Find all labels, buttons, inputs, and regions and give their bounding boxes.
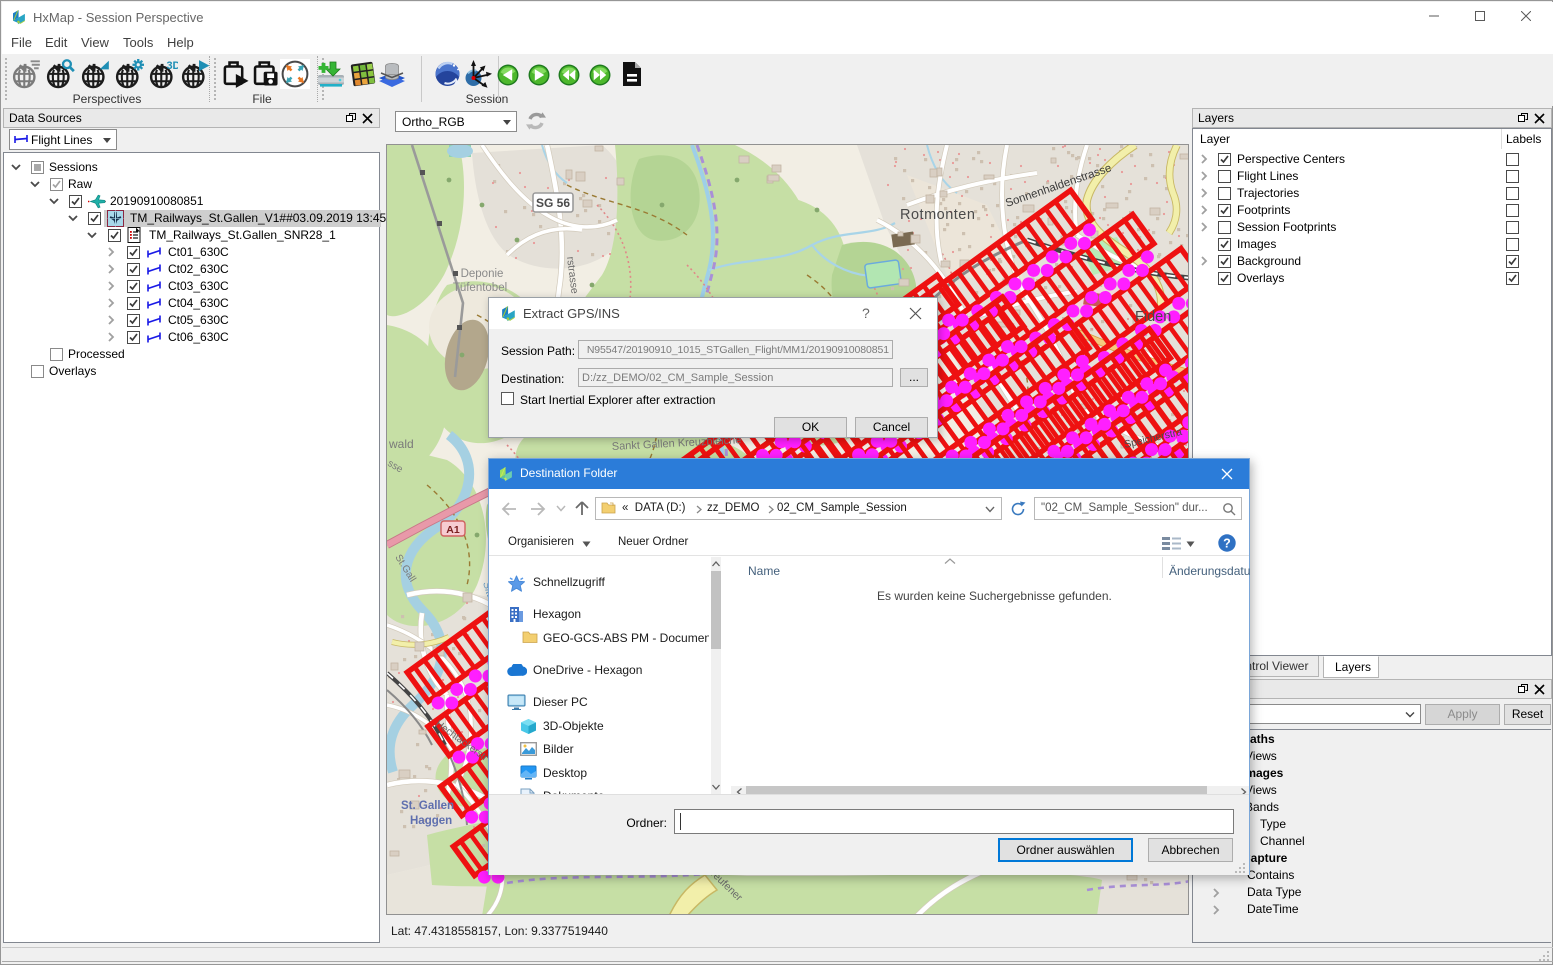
svg-text:SG 56: SG 56 [536, 196, 570, 210]
svg-text:Fiden: Fiden [1135, 309, 1171, 325]
svg-text:Haggen: Haggen [410, 815, 452, 827]
svg-text:Deponie: Deponie [461, 268, 504, 280]
svg-text:wald: wald [388, 437, 414, 451]
svg-text:3D: 3D [166, 60, 178, 72]
svg-text:Rotmonten: Rotmonten [900, 207, 975, 223]
svg-text:?: ? [1223, 537, 1231, 551]
svg-text:Tüfentobel: Tüfentobel [453, 282, 507, 294]
svg-text:St. Gallen: St. Gallen [401, 800, 454, 812]
svg-text:A1: A1 [446, 524, 460, 536]
